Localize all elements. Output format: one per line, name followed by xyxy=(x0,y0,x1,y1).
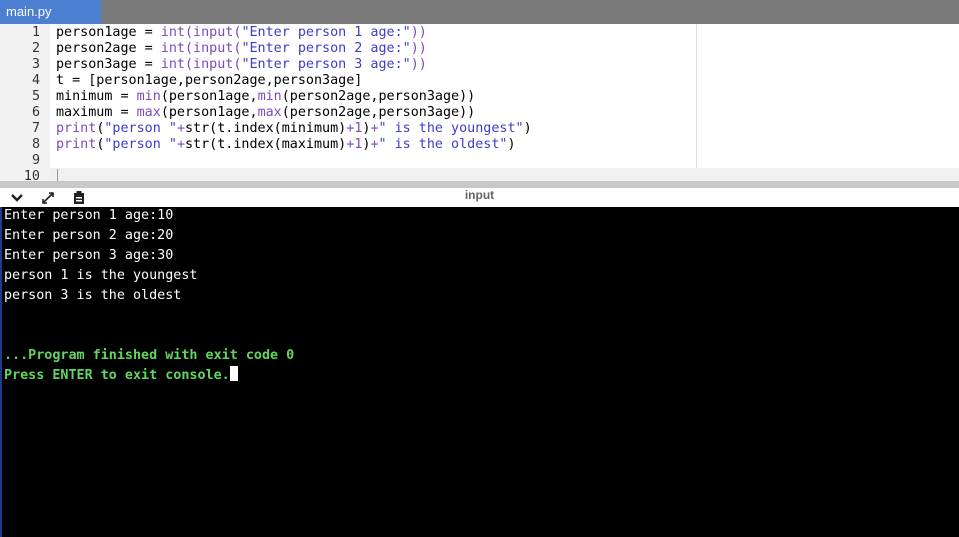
console-line: Press ENTER to exit console. xyxy=(4,366,238,386)
code-line[interactable]: 7 print("person "+str(t.index(minimum)+1)… xyxy=(0,121,959,137)
console-line: Enter person 2 age:20 xyxy=(4,228,174,243)
console-toolbar: input xyxy=(0,188,959,207)
code-text: maximum = max(person1age,max(person2age,… xyxy=(56,105,476,120)
line-number: 8 xyxy=(31,137,40,152)
code-line[interactable]: 4 t = [person1age,person2age,person3age] xyxy=(0,73,959,89)
code-text: person3age = int(input("Enter person 3 a… xyxy=(56,57,427,72)
console-output[interactable]: Enter person 1 age:10 Enter person 2 age:… xyxy=(0,207,959,537)
console-line: Enter person 1 age:10 xyxy=(4,208,174,223)
code-text: print("person "+str(t.index(maximum)+1)+… xyxy=(56,137,516,152)
line-number: 9 xyxy=(31,153,40,168)
code-text: print("person "+str(t.index(minimum)+1)+… xyxy=(56,121,532,136)
line-number: 5 xyxy=(31,89,40,104)
code-text: t = [person1age,person2age,person3age] xyxy=(56,73,363,88)
code-line[interactable]: 2 person2age = int(input("Enter person 2 … xyxy=(0,41,959,57)
code-text: person2age = int(input("Enter person 2 a… xyxy=(56,41,427,56)
code-line[interactable]: 5 minimum = min(person1age,min(person2age… xyxy=(0,89,959,105)
console-title: input xyxy=(464,188,495,202)
console-line: Enter person 3 age:30 xyxy=(4,248,174,263)
line-number: 6 xyxy=(31,105,40,120)
tab-main-py[interactable]: main.py xyxy=(0,0,101,24)
code-line[interactable]: 6 maximum = max(person1age,max(person2age… xyxy=(0,105,959,121)
line-number: 2 xyxy=(31,41,40,56)
console-line: ...Program finished with exit code 0 xyxy=(4,348,295,363)
code-line[interactable]: 10 xyxy=(0,169,959,181)
code-line[interactable]: 1 person1age = int(input("Enter person 1 … xyxy=(0,25,959,41)
line-number: 10 xyxy=(23,169,40,181)
console-line: person 1 is the youngest xyxy=(4,268,198,283)
code-line[interactable]: 9 xyxy=(0,153,959,169)
line-number: 7 xyxy=(31,121,40,136)
code-text: person1age = int(input("Enter person 1 a… xyxy=(56,25,427,40)
pane-splitter[interactable] xyxy=(0,181,959,188)
console-cursor xyxy=(229,366,238,381)
line-number: 4 xyxy=(31,73,40,88)
code-editor[interactable]: 1 person1age = int(input("Enter person 1 … xyxy=(0,24,959,181)
line-number: 3 xyxy=(31,57,40,72)
console-line: person 3 is the oldest xyxy=(4,288,182,303)
code-text: minimum = min(person1age,min(person2age,… xyxy=(56,89,476,104)
tab-bar: main.py xyxy=(0,0,959,24)
code-line[interactable]: 3 person3age = int(input("Enter person 3 … xyxy=(0,57,959,73)
code-line[interactable]: 8 print("person "+str(t.index(maximum)+1)… xyxy=(0,137,959,153)
line-number: 1 xyxy=(31,25,40,40)
